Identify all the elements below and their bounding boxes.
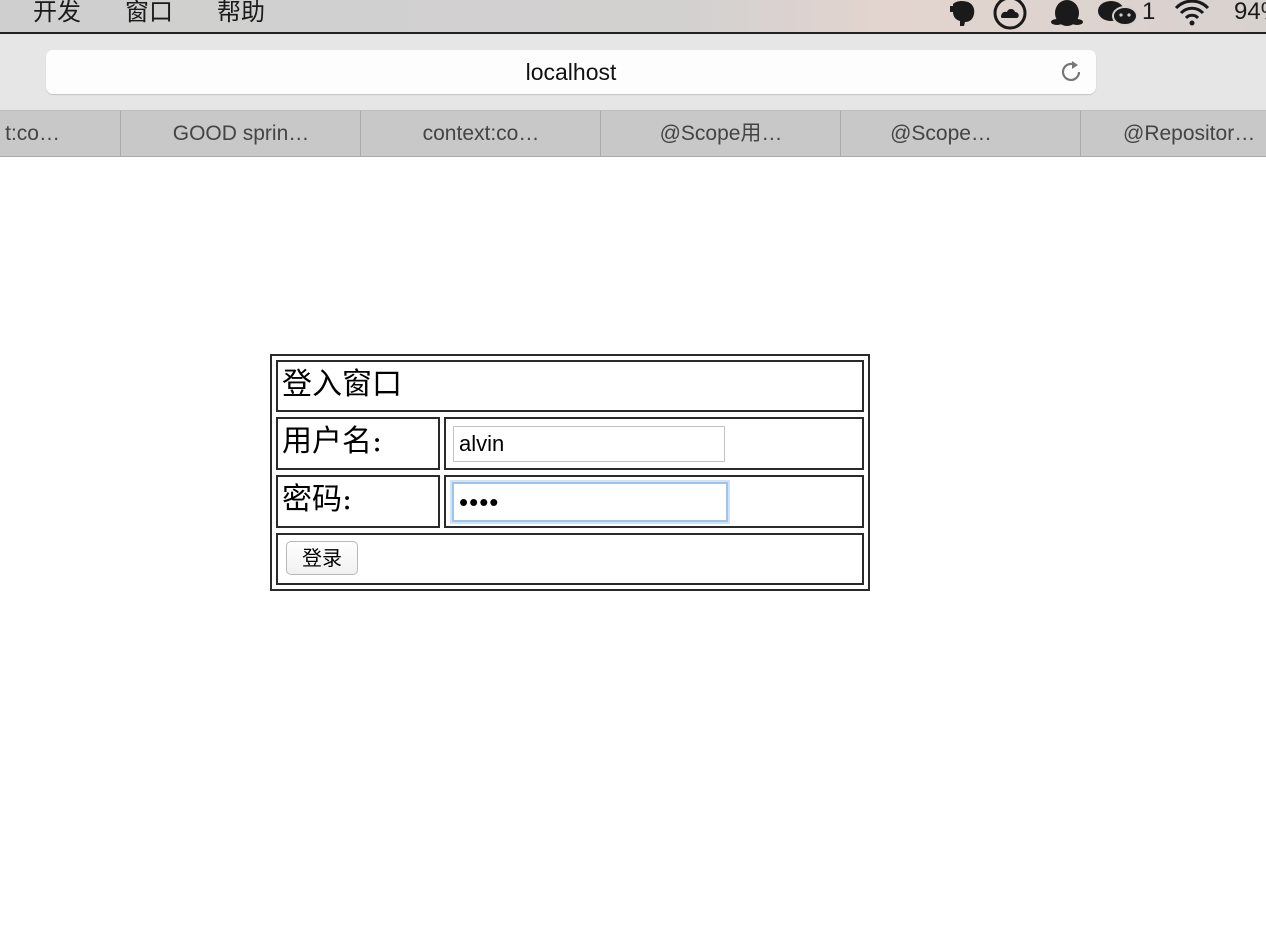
evernote-icon[interactable]	[948, 0, 978, 32]
qq-icon[interactable]	[1050, 0, 1084, 32]
address-bar[interactable]: localhost	[46, 50, 1096, 94]
tab-5[interactable]: @Scope…	[840, 111, 1041, 156]
password-input[interactable]: ••••	[452, 482, 728, 522]
password-cell: ••••	[444, 475, 864, 528]
tab-1[interactable]: t:co…	[0, 111, 120, 156]
menu-item-develop[interactable]: 开发	[33, 0, 81, 28]
username-input[interactable]: alvin	[453, 426, 725, 462]
submit-cell: 登录	[276, 533, 864, 585]
username-cell: alvin	[444, 417, 864, 470]
wechat-badge: 1	[1142, 0, 1156, 25]
reload-icon[interactable]	[1058, 59, 1084, 85]
cloud-sync-icon[interactable]	[992, 0, 1028, 32]
menu-item-help[interactable]: 帮助	[217, 0, 265, 28]
login-title: 登入窗口	[276, 360, 864, 412]
wechat-icon[interactable]	[1097, 0, 1141, 32]
wifi-icon[interactable]	[1172, 0, 1212, 32]
login-table: 登入窗口 用户名: alvin 密码: •••• 登录	[270, 354, 870, 591]
browser-toolbar: localhost	[0, 34, 1266, 111]
menu-item-window[interactable]: 窗口	[125, 0, 173, 28]
username-label: 用户名:	[276, 417, 440, 470]
login-button[interactable]: 登录	[286, 541, 358, 575]
password-label: 密码:	[276, 475, 440, 528]
tab-3[interactable]: context:co…	[360, 111, 601, 156]
tab-6[interactable]: @Repositor…	[1080, 111, 1266, 156]
battery-percent: 94%	[1234, 0, 1266, 25]
tab-4[interactable]: @Scope用…	[600, 111, 841, 156]
menu-bar: 开发 窗口 帮助 1 94%	[0, 0, 1266, 34]
tab-strip: t:co… GOOD sprin… context:co… @Scope用… @…	[0, 111, 1266, 157]
url-text: localhost	[525, 59, 617, 85]
tab-2[interactable]: GOOD sprin…	[120, 111, 361, 156]
